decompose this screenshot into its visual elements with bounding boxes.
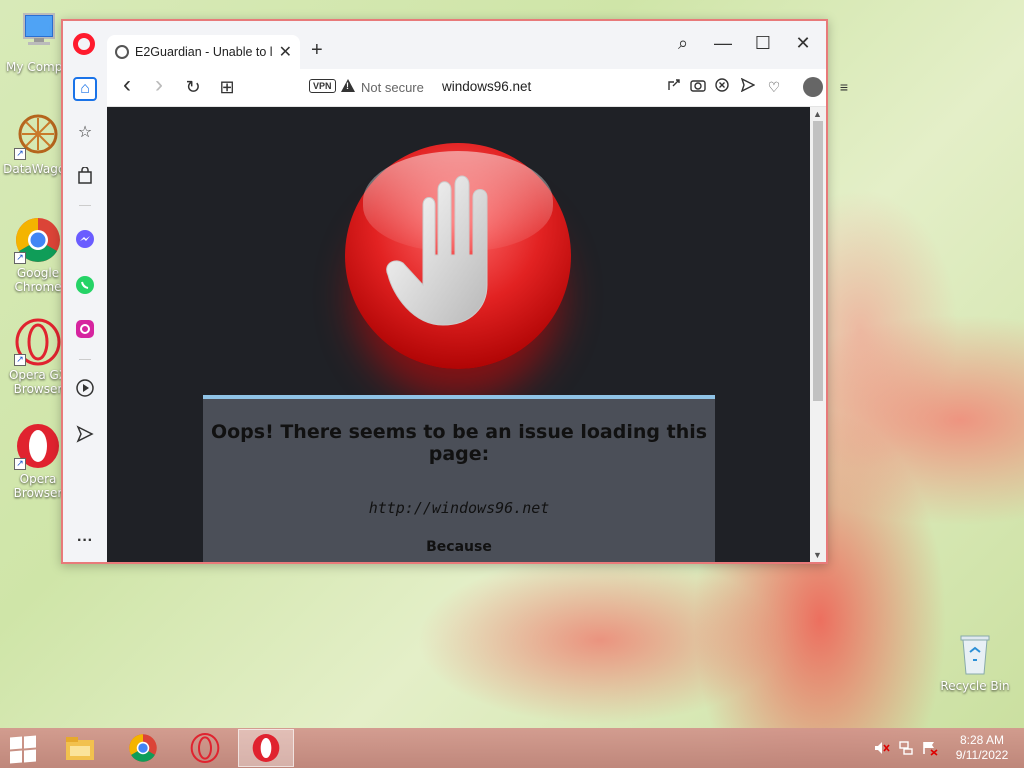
tabs-snap-icon[interactable]: ⊞ (217, 77, 237, 98)
datawagon-icon: ↗ (14, 112, 62, 160)
star-icon[interactable]: ☆ (73, 121, 97, 145)
forward-button[interactable]: › (149, 71, 169, 99)
player-icon[interactable] (73, 379, 97, 403)
vertical-scrollbar[interactable]: ▲ ▼ (810, 107, 826, 562)
back-button[interactable]: ‹ (117, 71, 137, 99)
taskbar: 8:28 AM 9/11/2022 (0, 728, 1024, 768)
url-input[interactable]: windows96.net (442, 79, 531, 94)
security-status[interactable]: Not secure (361, 80, 424, 95)
bag-icon[interactable] (73, 166, 97, 191)
globe-icon (115, 45, 129, 59)
hand-icon (386, 175, 488, 326)
recycle-bin-icon (960, 635, 990, 675)
blocked-url: http://windows96.net (368, 499, 550, 517)
camera-icon[interactable] (689, 78, 707, 96)
browser-window: E2Guardian - Unable to loa ✕ + ⌕ — ☐ ✕ ⌂… (61, 19, 848, 564)
shortcut-arrow-icon: ↗ (14, 354, 26, 366)
opera-menu-icon[interactable] (73, 33, 95, 55)
send-icon[interactable] (739, 77, 757, 96)
sidebar-divider (79, 205, 91, 206)
address-bar: ‹ › ↻ ⊞ VPN Not secure windows96.net ♡ ≡ (107, 69, 848, 107)
opera-icon: ↗ (14, 422, 62, 470)
opera-gx-icon: ↗ (14, 318, 62, 366)
recycle-bin-label: Recycle Bin (940, 679, 1010, 693)
opera-gx-icon (190, 733, 220, 763)
heart-icon[interactable]: ♡ (765, 78, 783, 96)
vpn-badge[interactable]: VPN (309, 79, 336, 93)
scroll-thumb[interactable] (813, 121, 823, 401)
tab-title: E2Guardian - Unable to loa (135, 45, 273, 59)
clock-time: 8:28 AM (959, 733, 1005, 747)
shortcut-arrow-icon: ↗ (14, 252, 26, 264)
easy-setup-icon[interactable]: ≡ (835, 78, 853, 96)
warning-icon (341, 79, 355, 92)
share-icon[interactable] (665, 78, 683, 96)
volume-muted-icon[interactable] (874, 740, 890, 756)
taskbar-opera[interactable] (238, 729, 294, 767)
close-button[interactable]: ✕ (791, 33, 815, 54)
desktop-icon-recycle-bin[interactable]: Recycle Bin (940, 630, 1010, 693)
shortcut-arrow-icon: ↗ (14, 458, 26, 470)
network-icon[interactable] (898, 740, 914, 756)
start-button[interactable] (8, 735, 38, 764)
error-panel: Oops! There seems to be an issue loading… (203, 395, 715, 562)
opera-icon (252, 734, 280, 762)
tab-strip: E2Guardian - Unable to loa ✕ + ⌕ — ☐ ✕ (63, 21, 826, 69)
tab-close-icon[interactable]: ✕ (279, 42, 292, 62)
search-tabs-icon[interactable]: ⌕ (671, 33, 695, 54)
shield-icon[interactable] (713, 78, 731, 96)
taskbar-opera-gx[interactable] (177, 729, 233, 767)
because-label: Because (426, 539, 492, 555)
taskbar-chrome[interactable] (115, 729, 171, 767)
profile-avatar[interactable] (803, 77, 823, 97)
error-heading: Oops! There seems to be an issue loading… (210, 421, 708, 465)
instagram-icon[interactable] (73, 319, 97, 343)
chrome-icon: ↗ (14, 216, 62, 264)
file-explorer-icon (66, 737, 94, 760)
whatsapp-icon[interactable] (73, 275, 97, 299)
scroll-up-icon[interactable]: ▲ (813, 109, 822, 119)
stop-hand-icon (345, 143, 571, 369)
taskbar-file-explorer[interactable] (52, 729, 108, 767)
shortcut-arrow-icon: ↗ (14, 148, 26, 160)
clock-date: 9/11/2022 (955, 748, 1009, 762)
home-icon[interactable]: ⌂ (73, 77, 97, 101)
computer-icon (14, 10, 62, 58)
system-clock[interactable]: 8:28 AM 9/11/2022 (950, 733, 1014, 763)
sidebar: ⌂ ☆ ··· (63, 69, 107, 562)
send-icon[interactable] (73, 425, 97, 449)
chrome-icon (129, 734, 157, 762)
minimize-button[interactable]: — (711, 33, 735, 54)
more-icon[interactable]: ··· (73, 529, 97, 553)
action-center-alert-icon[interactable] (922, 740, 938, 756)
new-tab-button[interactable]: + (311, 39, 323, 62)
tab-active[interactable]: E2Guardian - Unable to loa ✕ (107, 35, 300, 69)
page-content: Oops! There seems to be an issue loading… (107, 107, 810, 562)
reload-button[interactable]: ↻ (183, 77, 203, 98)
sidebar-divider (79, 359, 91, 360)
messenger-icon[interactable] (73, 229, 97, 253)
maximize-button[interactable]: ☐ (751, 33, 775, 54)
scroll-down-icon[interactable]: ▼ (813, 550, 822, 560)
